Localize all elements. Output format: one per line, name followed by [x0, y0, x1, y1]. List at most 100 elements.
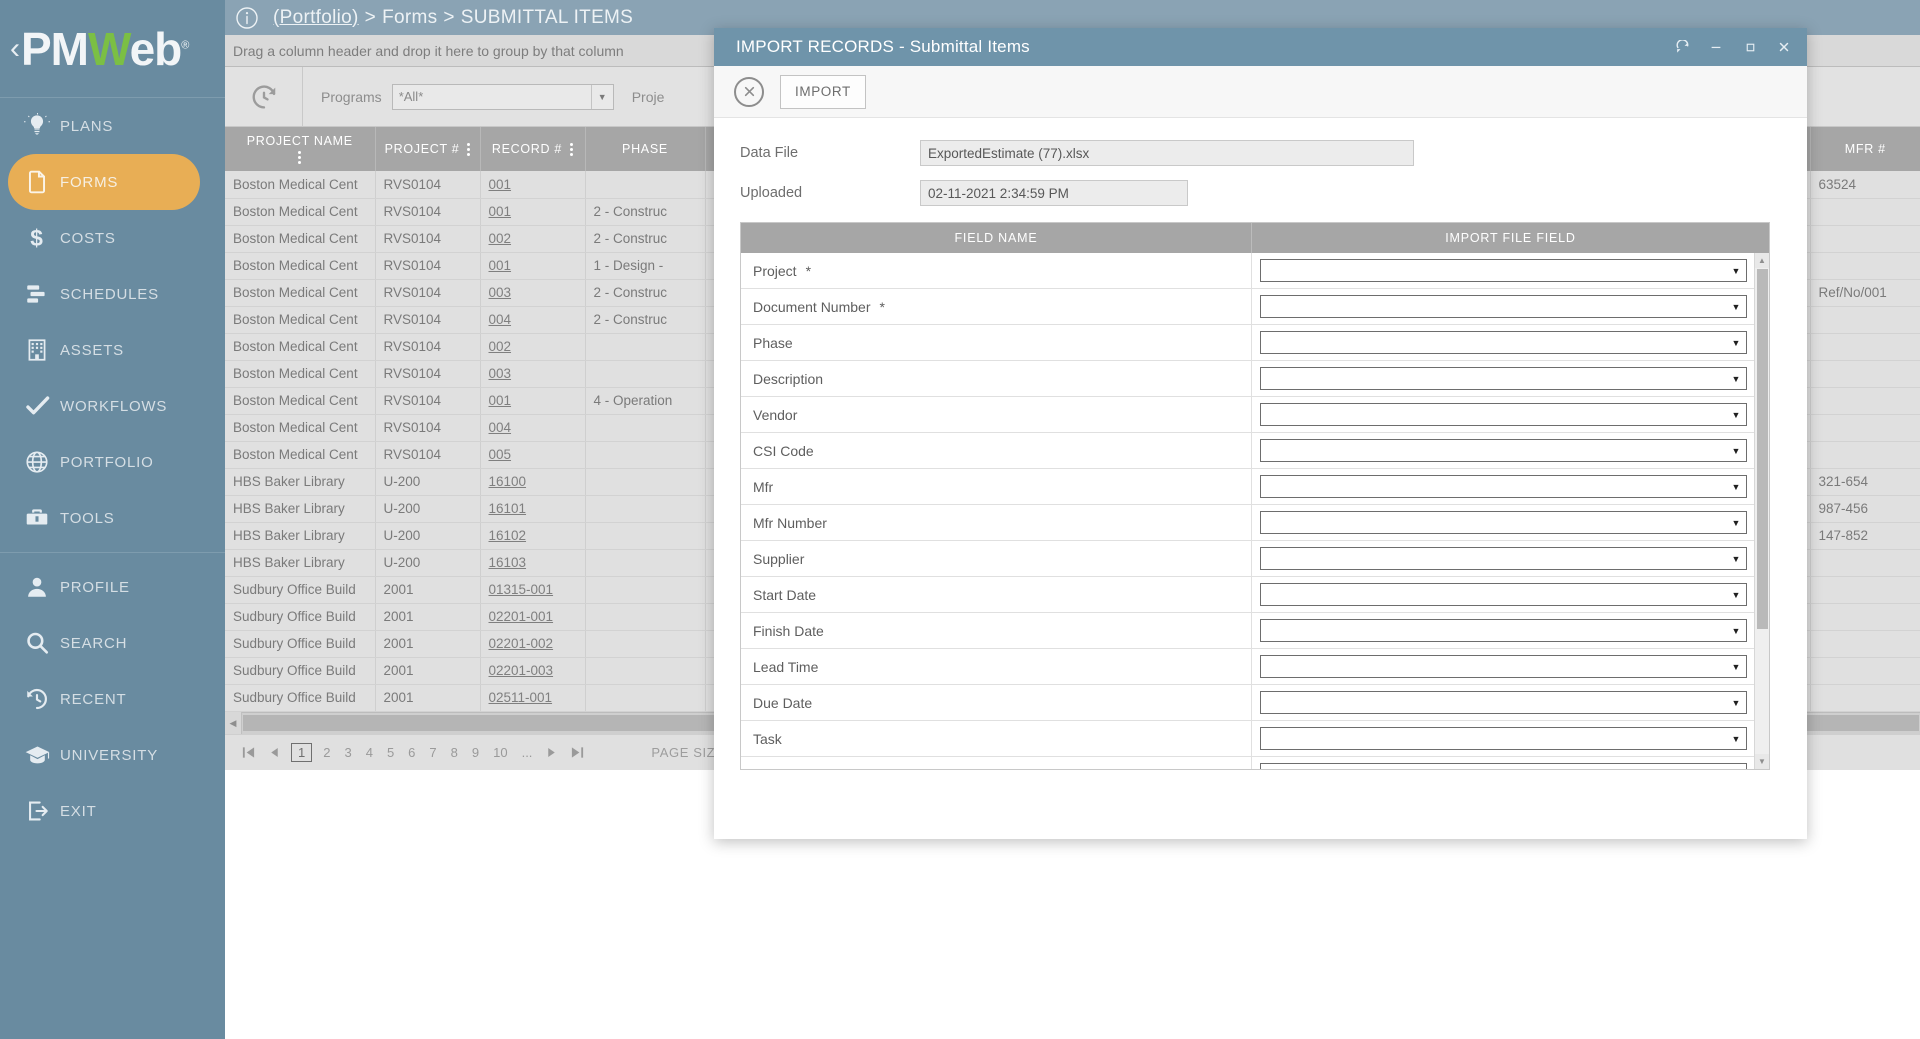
close-circle-icon[interactable] — [734, 77, 764, 107]
cell-record-number[interactable]: 02511-001 — [480, 684, 585, 711]
sidebar-item-assets[interactable]: ASSETS — [0, 322, 225, 378]
page-number[interactable]: 8 — [451, 745, 458, 760]
programs-select[interactable]: *All* ▼ — [392, 84, 614, 110]
chevron-down-icon[interactable]: ▼ — [1726, 692, 1746, 713]
import-file-field-select[interactable]: ▼ — [1260, 475, 1747, 498]
field-mapping-vertical-scrollbar[interactable]: ▲ ▼ — [1754, 253, 1769, 769]
cell-record-number[interactable]: 002 — [480, 333, 585, 360]
cell-record-number[interactable]: 16103 — [480, 549, 585, 576]
import-file-field-select[interactable]: ▼ — [1260, 259, 1747, 282]
sidebar-item-schedules[interactable]: SCHEDULES — [0, 266, 225, 322]
sidebar-collapse-chevron-icon[interactable]: ‹ — [10, 34, 20, 64]
import-file-field-select[interactable]: ▼ — [1260, 331, 1747, 354]
column-menu-icon[interactable] — [467, 143, 470, 156]
minimize-icon[interactable] — [1699, 30, 1733, 64]
restore-rotate-icon[interactable] — [1665, 30, 1699, 64]
chevron-down-icon[interactable]: ▼ — [1726, 728, 1746, 749]
sidebar-item-tools[interactable]: TOOLS — [0, 490, 225, 546]
cell-record-number[interactable]: 001 — [480, 387, 585, 414]
page-number[interactable]: 2 — [323, 745, 330, 760]
chevron-down-icon[interactable]: ▼ — [591, 85, 613, 109]
cell-record-number[interactable]: 004 — [480, 414, 585, 441]
data-file-input[interactable]: ExportedEstimate (77).xlsx — [920, 140, 1414, 166]
cell-record-number[interactable]: 001 — [480, 198, 585, 225]
sidebar-item-plans[interactable]: PLANS — [0, 98, 225, 154]
cell-record-number[interactable]: 002 — [480, 225, 585, 252]
import-file-field-select[interactable]: ▼ — [1260, 295, 1747, 318]
column-header-record-number[interactable]: RECORD # — [480, 127, 585, 171]
cell-record-number[interactable]: 16102 — [480, 522, 585, 549]
import-file-field-select[interactable]: ▼ — [1260, 619, 1747, 642]
modal-title-bar[interactable]: IMPORT RECORDS - Submittal Items — [714, 28, 1807, 66]
scroll-up-icon[interactable]: ▲ — [1755, 253, 1769, 268]
chevron-down-icon[interactable]: ▼ — [1726, 260, 1746, 281]
import-file-field-select[interactable]: ▼ — [1260, 439, 1747, 462]
chevron-down-icon[interactable]: ▼ — [1726, 548, 1746, 569]
sidebar-item-exit[interactable]: EXIT — [0, 783, 225, 839]
page-number[interactable]: 4 — [366, 745, 373, 760]
sidebar-item-costs[interactable]: $ COSTS — [0, 210, 225, 266]
sidebar-item-university[interactable]: UNIVERSITY — [0, 727, 225, 783]
cell-record-number[interactable]: 16100 — [480, 468, 585, 495]
chevron-down-icon[interactable]: ▼ — [1726, 620, 1746, 641]
maximize-icon[interactable] — [1733, 30, 1767, 64]
import-file-field-select[interactable]: ▼ — [1260, 691, 1747, 714]
first-page-icon[interactable] — [241, 745, 256, 760]
page-number[interactable]: 3 — [344, 745, 351, 760]
scroll-left-icon[interactable]: ◀ — [225, 712, 242, 734]
cell-record-number[interactable]: 02201-002 — [480, 630, 585, 657]
cell-record-number[interactable]: 003 — [480, 279, 585, 306]
column-menu-icon[interactable] — [298, 151, 301, 164]
sidebar-item-forms[interactable]: FORMS — [8, 154, 200, 210]
page-number-current[interactable]: 1 — [291, 743, 312, 762]
page-number[interactable]: 9 — [472, 745, 479, 760]
import-file-field-select[interactable]: ▼ — [1260, 547, 1747, 570]
chevron-down-icon[interactable]: ▼ — [1726, 296, 1746, 317]
sidebar-item-profile[interactable]: PROFILE — [0, 559, 225, 615]
import-file-field-select[interactable]: ▼ — [1260, 727, 1747, 750]
cell-record-number[interactable]: 005 — [480, 441, 585, 468]
import-file-field-select[interactable]: ▼ — [1260, 655, 1747, 678]
cell-record-number[interactable]: 001 — [480, 252, 585, 279]
import-button[interactable]: IMPORT — [780, 75, 866, 109]
chevron-down-icon[interactable]: ▼ — [1726, 332, 1746, 353]
cell-record-number[interactable]: 001 — [480, 171, 585, 198]
uploaded-input[interactable]: 02-11-2021 2:34:59 PM — [920, 180, 1188, 206]
next-page-icon[interactable] — [545, 746, 558, 759]
page-number[interactable]: 10 — [493, 745, 507, 760]
chevron-down-icon[interactable]: ▼ — [1726, 584, 1746, 605]
breadcrumb-portfolio[interactable]: (Portfolio) — [273, 7, 359, 29]
sidebar-item-portfolio[interactable]: PORTFOLIO — [0, 434, 225, 490]
chevron-down-icon[interactable]: ▼ — [1726, 512, 1746, 533]
prev-page-icon[interactable] — [268, 746, 281, 759]
import-file-field-select[interactable]: ▼ — [1260, 367, 1747, 390]
cell-record-number[interactable]: 01315-001 — [480, 576, 585, 603]
page-number[interactable]: 6 — [408, 745, 415, 760]
last-page-icon[interactable] — [570, 745, 585, 760]
chevron-down-icon[interactable]: ▼ — [1726, 440, 1746, 461]
column-menu-icon[interactable] — [570, 143, 573, 156]
refresh-button[interactable] — [225, 67, 303, 127]
sidebar-item-search[interactable]: SEARCH — [0, 615, 225, 671]
column-header-mfr-number[interactable]: MFR # — [1810, 127, 1920, 171]
chevron-down-icon[interactable]: ▼ — [1726, 476, 1746, 497]
column-header-project-name[interactable]: PROJECT NAME — [225, 127, 375, 171]
column-header-phase[interactable]: PHASE — [585, 127, 705, 171]
sidebar-item-recent[interactable]: RECENT — [0, 671, 225, 727]
column-header-project-number[interactable]: PROJECT # — [375, 127, 480, 171]
import-file-field-select[interactable]: ▼ — [1260, 403, 1747, 426]
cell-record-number[interactable]: 16101 — [480, 495, 585, 522]
scrollbar-thumb[interactable] — [1757, 269, 1768, 629]
page-number[interactable]: 5 — [387, 745, 394, 760]
page-number[interactable]: 7 — [429, 745, 436, 760]
cell-record-number[interactable]: 02201-003 — [480, 657, 585, 684]
app-logo[interactable]: ‹ PMWeb® — [0, 0, 225, 98]
chevron-down-icon[interactable]: ▼ — [1726, 368, 1746, 389]
chevron-down-icon[interactable]: ▼ — [1726, 764, 1746, 769]
scroll-down-icon[interactable]: ▼ — [1755, 754, 1769, 769]
sidebar-item-workflows[interactable]: WORKFLOWS — [0, 378, 225, 434]
cell-record-number[interactable]: 004 — [480, 306, 585, 333]
import-file-field-select[interactable]: ▼ — [1260, 583, 1747, 606]
chevron-down-icon[interactable]: ▼ — [1726, 656, 1746, 677]
breadcrumb-forms[interactable]: Forms — [382, 7, 437, 29]
